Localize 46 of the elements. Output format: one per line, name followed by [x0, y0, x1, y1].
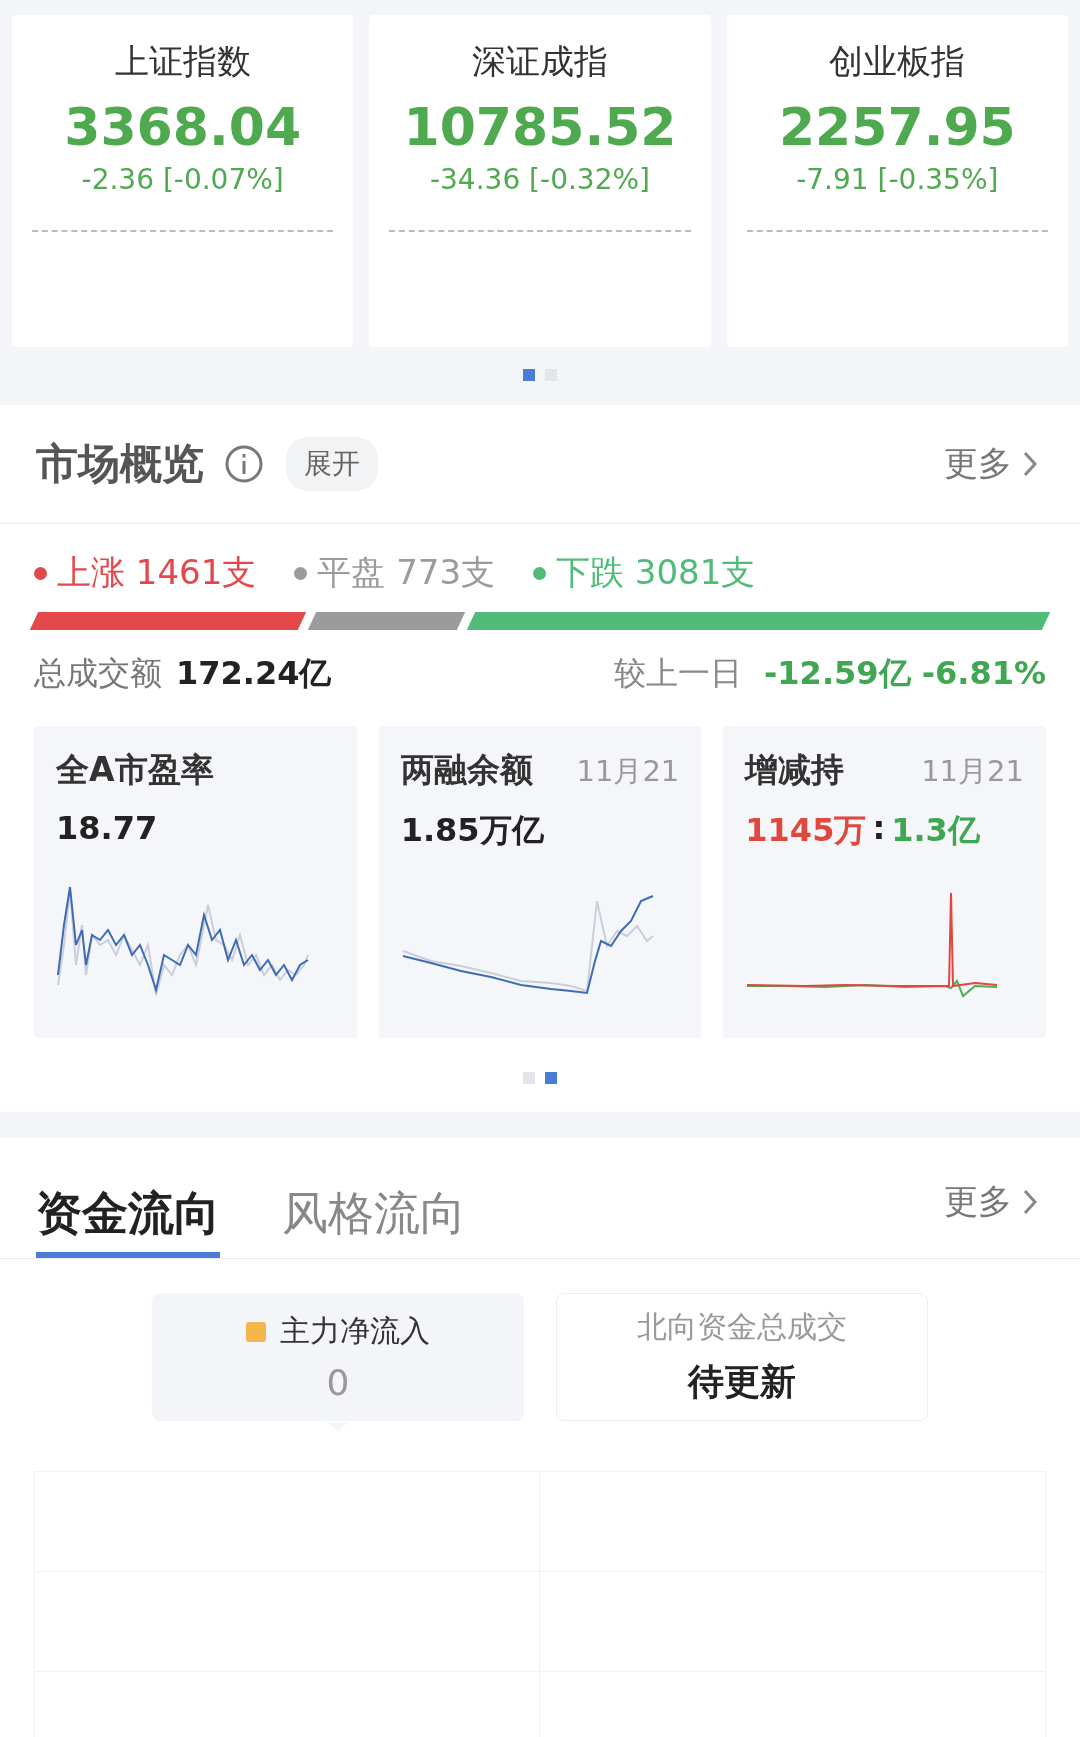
chevron-right-icon [1022, 449, 1038, 479]
index-value: 3368.04 [64, 97, 302, 157]
info-icon[interactable] [224, 444, 264, 484]
flow-value: 0 [326, 1362, 350, 1403]
breadth-count: 上涨 1461支 [57, 551, 257, 594]
flow-card[interactable]: 北向资金总成交 待更新 [556, 1293, 928, 1421]
section-title: 市场概览 [36, 438, 204, 490]
metric-date: 11月21 [921, 753, 1024, 790]
metric-value: 1145万 [745, 810, 867, 851]
metric-title: 增减持 [745, 749, 845, 791]
index-name: 上证指数 [114, 40, 251, 83]
metric-date: 11月21 [576, 753, 680, 790]
index-card[interactable]: 深证成指 10785.52 -34.36 [-0.32%] [369, 15, 711, 347]
expand-button[interactable]: 展开 [286, 437, 378, 491]
index-change: -7.91 [-0.35%] [796, 163, 999, 196]
chevron-right-icon [1022, 1187, 1038, 1217]
metric-card[interactable]: 增减持 11月21 1145万 : 1.3亿 [723, 726, 1046, 1038]
metric-title: 全A市盈率 [56, 749, 214, 791]
more-link[interactable]: 更多 [938, 1178, 1044, 1226]
metric-card[interactable]: 全A市盈率 18.77 [34, 726, 357, 1038]
flow-label: 北向资金总成交 [637, 1308, 847, 1346]
index-name: 深证成指 [472, 40, 608, 83]
turnover-value: 172.24亿 [176, 653, 332, 694]
index-name: 创业板指 [829, 40, 966, 83]
tab[interactable]: 资金流向 [36, 1138, 220, 1258]
metric-value: 1.3亿 [891, 810, 980, 851]
index-change: -2.36 [-0.07%] [81, 163, 284, 196]
metric-value: 18.77 [56, 809, 158, 847]
compare-value: -12.59亿 -6.81% [764, 653, 1046, 694]
breadth-count: 平盘 773支 [317, 551, 496, 594]
turnover-label: 总成交额 [34, 653, 162, 694]
compare-label: 较上一日 [614, 653, 743, 694]
index-change: -34.36 [-0.32%] [429, 163, 650, 196]
index-card[interactable]: 上证指数 3368.04 -2.36 [-0.07%] [12, 15, 354, 347]
metric-card[interactable]: 两融余额 11月21 1.85万亿 [378, 726, 702, 1038]
index-value: 2257.95 [778, 97, 1016, 157]
breadth-count: 下跌 3081支 [556, 551, 756, 594]
flow-value: 待更新 [688, 1360, 796, 1404]
index-value: 10785.52 [403, 97, 677, 157]
metric-value: : [872, 809, 886, 849]
metric-value: 1.85万亿 [400, 810, 544, 851]
index-card[interactable]: 创业板指 2257.95 -7.91 [-0.35%] [726, 15, 1068, 347]
tab[interactable]: 风格流向 [282, 1138, 466, 1258]
more-link[interactable]: 更多 [938, 440, 1044, 488]
metric-title: 两融余额 [400, 749, 533, 791]
flow-label: 主力净流入 [280, 1312, 430, 1350]
